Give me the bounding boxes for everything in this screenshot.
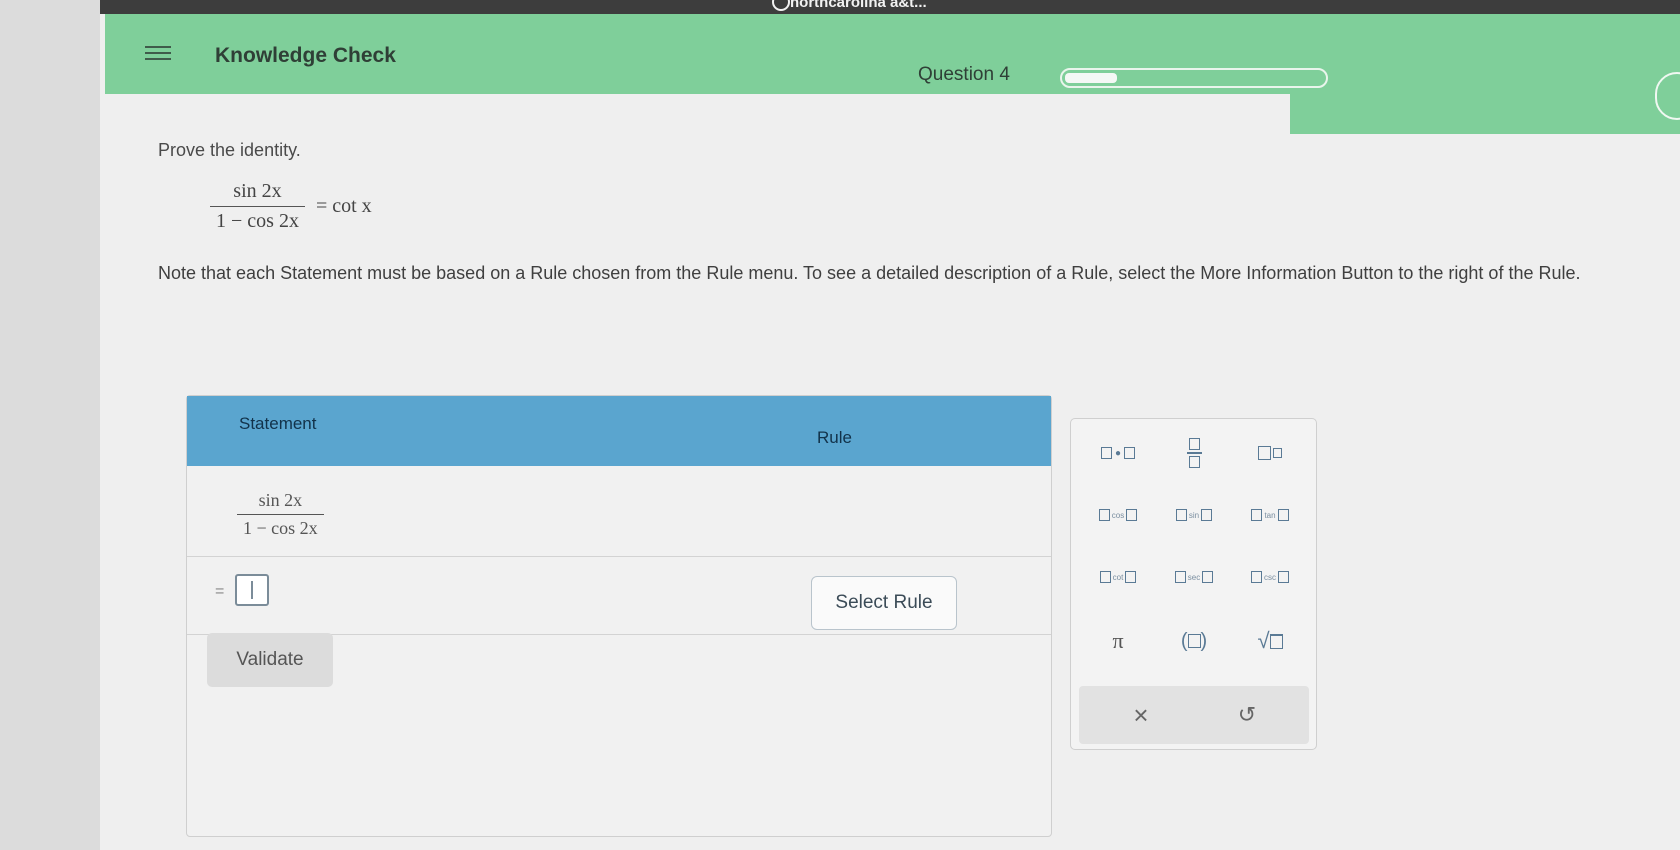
square-root-icon: √: [1257, 628, 1270, 653]
cos-key[interactable]: cos: [1083, 493, 1153, 537]
browser-tab-title[interactable]: northcarolina a&t...: [790, 0, 927, 11]
proof-row-given: sin 2x 1 − cos 2x: [187, 466, 1051, 557]
instructions-note: Note that each Statement must be based o…: [158, 263, 1581, 283]
tan-label: tan: [1264, 510, 1276, 520]
browser-tab-strip: northcarolina a&t...: [100, 0, 1680, 14]
pi-symbol: π: [1112, 628, 1124, 653]
clear-icon[interactable]: ×: [1121, 698, 1161, 732]
proof-table-header: Statement Rule: [187, 396, 1051, 466]
statement-column-header: Statement: [239, 414, 317, 433]
identity-expression: sin 2x 1 − cos 2x = cot x: [210, 180, 372, 233]
fraction-bar: [237, 514, 324, 515]
placeholder-box-icon: [1258, 446, 1271, 460]
undo-icon[interactable]: ↺: [1227, 698, 1267, 732]
dot-icon: ●: [1114, 447, 1122, 459]
given-numerator: sin 2x: [258, 490, 303, 510]
select-rule-button[interactable]: Select Rule: [811, 576, 957, 630]
given-statement-fraction: sin 2x 1 − cos 2x: [237, 490, 324, 539]
parentheses-icon: (: [1180, 629, 1188, 652]
parentheses-key[interactable]: (): [1159, 619, 1229, 663]
identity-fraction: sin 2x 1 − cos 2x: [210, 180, 305, 233]
identity-denominator: 1 − cos 2x: [216, 210, 299, 232]
validate-button[interactable]: Validate: [207, 633, 333, 687]
sec-key[interactable]: sec: [1159, 555, 1229, 599]
globe-icon: [772, 0, 790, 11]
statement-input[interactable]: [235, 574, 269, 606]
palette-actions: × ↺: [1079, 686, 1309, 744]
identity-numerator: sin 2x: [233, 180, 282, 202]
proof-row-input: = Select Rule: [187, 556, 1051, 635]
identity-rhs: = cot x: [315, 195, 372, 217]
question-label: Question 4: [918, 64, 1010, 85]
tan-key[interactable]: tan: [1235, 493, 1305, 537]
pi-key[interactable]: π: [1083, 619, 1153, 663]
csc-label: csc: [1264, 572, 1276, 582]
proof-table: Statement Rule sin 2x 1 − cos 2x = Selec…: [186, 395, 1052, 837]
cot-key[interactable]: cot: [1083, 555, 1153, 599]
page-title: Knowledge Check: [215, 44, 396, 67]
fraction-icon: [1186, 438, 1202, 468]
fraction-key[interactable]: [1159, 431, 1229, 475]
placeholder-box-icon: [1100, 447, 1112, 459]
placeholder-box-icon: [1269, 633, 1283, 649]
csc-key[interactable]: csc: [1235, 555, 1305, 599]
superscript-box-icon: [1273, 448, 1282, 458]
sec-label: sec: [1187, 572, 1201, 582]
multiply-key[interactable]: ●: [1083, 431, 1153, 475]
sin-key[interactable]: sin: [1159, 493, 1229, 537]
cot-label: cot: [1112, 572, 1124, 582]
progress-bar: [1060, 68, 1328, 88]
square-root-key[interactable]: √: [1235, 619, 1305, 663]
math-palette: ● cos sin tan cot sec csc π () √ × ↺: [1070, 418, 1317, 750]
cos-label: cos: [1111, 510, 1125, 520]
equals-sign: =: [215, 583, 225, 600]
hamburger-menu-icon[interactable]: [145, 42, 171, 64]
given-denominator: 1 − cos 2x: [243, 518, 318, 538]
placeholder-box-icon: [1124, 447, 1136, 459]
sin-label: sin: [1188, 510, 1200, 520]
problem-prompt: Prove the identity.: [158, 140, 301, 160]
left-bezel: [0, 0, 100, 850]
placeholder-box-icon: [1187, 634, 1201, 648]
exponent-key[interactable]: [1235, 431, 1305, 475]
fraction-bar: [210, 206, 305, 207]
rule-column-header: Rule: [817, 428, 852, 447]
progress-bar-fill: [1065, 73, 1117, 83]
header-bar-extension: [1290, 48, 1680, 134]
